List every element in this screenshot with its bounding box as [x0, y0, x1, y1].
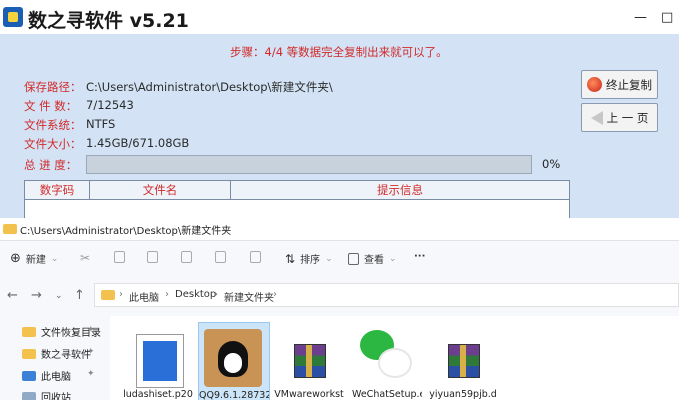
file-size-value: 1.45GB/671.08GB [86, 136, 190, 150]
recent-dropdown-icon[interactable]: ⌄ [55, 291, 63, 301]
qq-installer-icon [204, 329, 262, 387]
file-system-value: NTFS [86, 117, 116, 131]
back-icon[interactable]: ← [7, 288, 18, 303]
breadcrumb-new-folder[interactable]: 新建文件夹 [224, 289, 274, 304]
previous-page-label: 上 一 页 [606, 110, 649, 125]
more-options-button[interactable]: ··· [414, 251, 425, 262]
sidebar-item-this-pc[interactable]: 此电脑 [22, 368, 71, 383]
file-name: WeChatSetup.e [352, 389, 422, 400]
file-list: ludashiset.p20 QQ9.6.1.28732. VMwarework… [110, 316, 679, 400]
breadcrumb-separator: › [214, 289, 218, 300]
new-button[interactable]: ⊕ 新建 ⌄ [10, 251, 58, 266]
stop-copy-button[interactable]: 终止复制 [581, 70, 658, 99]
sidebar-item-label: 回收站 [41, 393, 71, 400]
pin-icon[interactable]: ✦ [87, 347, 95, 357]
folder-icon [3, 224, 17, 234]
file-name: VMwareworkst [274, 389, 344, 400]
file-item[interactable]: QQ9.6.1.28732. [198, 322, 270, 400]
chevron-down-icon: ⌄ [389, 253, 397, 264]
sidebar-item-recycle-bin[interactable]: 回收站 [22, 389, 71, 400]
winrar-archive-icon [448, 344, 480, 378]
new-label: 新建 [25, 255, 46, 266]
computer-icon [22, 370, 36, 381]
file-name: QQ9.6.1.28732. [199, 390, 269, 400]
save-path-value: C:\Users\Administrator\Desktop\新建文件夹\ [86, 80, 333, 94]
column-header-message[interactable]: 提示信息 [231, 181, 569, 200]
document-icon [136, 334, 184, 388]
cut-icon[interactable]: ✂ [80, 251, 90, 265]
chevron-down-icon: ⌄ [50, 253, 59, 264]
app-logo-icon [3, 7, 23, 27]
forward-icon[interactable]: → [31, 288, 42, 303]
plus-circle-icon: ⊕ [10, 251, 21, 266]
sidebar-item-label: 数之寻软件 [41, 350, 91, 361]
total-progress-label: 总 进 度： [24, 158, 78, 172]
breadcrumb-separator: › [119, 289, 123, 300]
file-name: ludashiset.p20 [123, 389, 193, 400]
file-system-label: 文件系统： [24, 118, 82, 132]
stop-icon [587, 77, 602, 92]
navigation-pane: 文件恢复目录 ✦ 数之寻软件 ✦ 此电脑 ✦ 回收站 [0, 316, 110, 400]
sort-button[interactable]: ⇅ 排序 ⌄ [285, 251, 333, 267]
result-table: 数字码 文件名 提示信息 [24, 180, 570, 218]
up-icon[interactable]: ↑ [74, 288, 85, 303]
file-size-label: 文件大小： [24, 137, 82, 151]
file-count-label: 文 件 数： [24, 99, 78, 113]
step-status-text: 步骤：4/4 等数据完全复制出来就可以了。 [230, 45, 448, 59]
folder-icon [101, 290, 115, 300]
file-item[interactable]: yiyuan59pjb.d [428, 322, 498, 400]
file-item[interactable]: VMwareworkst [274, 322, 344, 400]
rename-icon[interactable] [181, 251, 192, 263]
previous-page-button[interactable]: 上 一 页 [581, 103, 658, 132]
file-count-value: 7/12543 [86, 98, 134, 112]
save-path-label: 保存路径： [24, 80, 82, 94]
column-header-filename[interactable]: 文件名 [90, 181, 231, 200]
sort-label: 排序 [300, 255, 321, 266]
explorer-title-bar: C:\Users\Administrator\Desktop\新建文件夹 [0, 218, 679, 241]
view-button[interactable]: 查看 ⌄ [348, 251, 397, 266]
sidebar-item-software-folder[interactable]: 数之寻软件 [22, 346, 91, 361]
address-bar[interactable]: › 此电脑 › Desktop › 新建文件夹 › [94, 283, 679, 307]
app-title-bar: 数之寻软件 v5.21 — □ [0, 0, 679, 34]
stop-copy-label: 终止复制 [606, 77, 652, 92]
file-item[interactable]: ludashiset.p20 [123, 322, 193, 400]
paste-icon[interactable] [147, 251, 158, 263]
breadcrumb-separator: › [273, 289, 277, 300]
explorer-title-path: C:\Users\Administrator\Desktop\新建文件夹 [20, 226, 232, 237]
folder-icon [22, 348, 36, 359]
delete-icon[interactable] [250, 251, 261, 263]
progress-percent: 0% [542, 157, 561, 171]
file-item[interactable]: WeChatSetup.e [352, 322, 422, 400]
command-bar: ⊕ 新建 ⌄ ✂ ⇅ 排序 ⌄ 查看 ⌄ ··· [0, 241, 679, 277]
recycle-bin-icon [22, 391, 36, 400]
app-title: 数之寻软件 v5.21 [28, 10, 189, 32]
minimize-icon[interactable]: — [634, 10, 647, 25]
breadcrumb-this-pc[interactable]: 此电脑 [129, 289, 159, 304]
recovery-app-window: 数之寻软件 v5.21 — □ 步骤：4/4 等数据完全复制出来就可以了。 保存… [0, 0, 679, 218]
winrar-archive-icon [294, 344, 326, 378]
pin-icon[interactable]: ✦ [87, 369, 95, 379]
folder-icon [22, 326, 36, 337]
breadcrumb-separator: › [165, 289, 169, 300]
file-name: yiyuan59pjb.d [429, 389, 497, 400]
maximize-icon[interactable]: □ [661, 10, 673, 25]
view-label: 查看 [364, 255, 384, 266]
chevron-down-icon: ⌄ [325, 253, 333, 264]
share-icon[interactable] [215, 251, 226, 263]
back-arrow-icon [590, 110, 603, 125]
total-progress-bar [86, 155, 532, 174]
sort-icon: ⇅ [285, 251, 296, 266]
copy-icon[interactable] [114, 251, 125, 263]
file-explorer-window: C:\Users\Administrator\Desktop\新建文件夹 ⊕ 新… [0, 218, 679, 400]
view-icon [348, 252, 359, 265]
sidebar-item-label: 此电脑 [41, 372, 71, 383]
pin-icon[interactable]: ✦ [87, 325, 95, 335]
column-header-code[interactable]: 数字码 [25, 181, 90, 200]
breadcrumb-desktop[interactable]: Desktop [175, 289, 216, 300]
